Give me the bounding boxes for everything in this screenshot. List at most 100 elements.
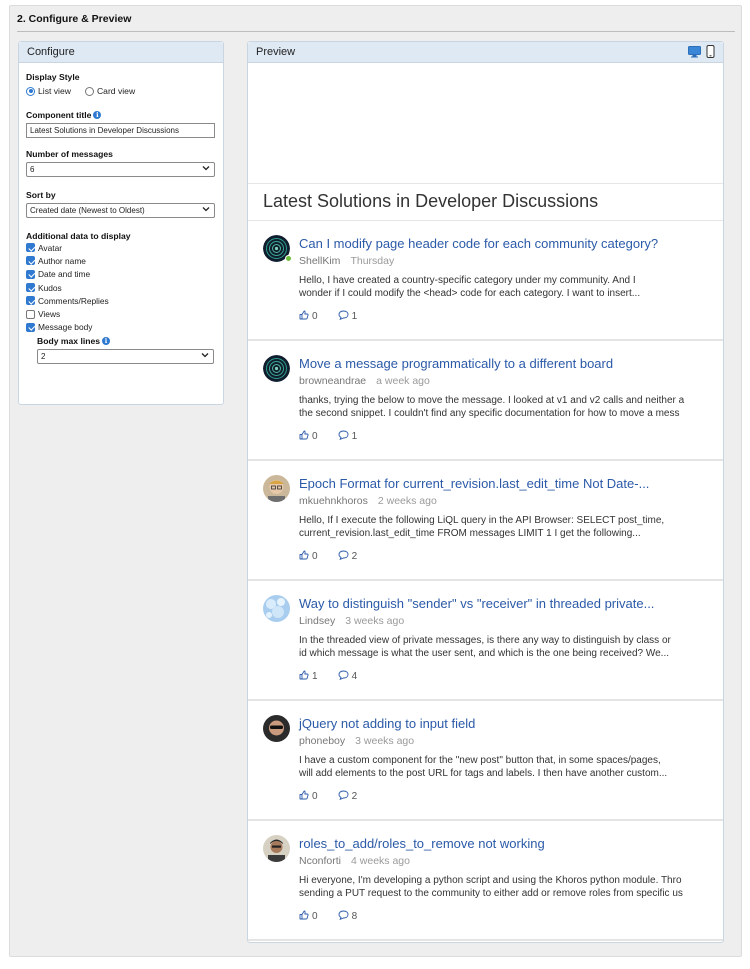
- kudos-count: 0: [312, 911, 318, 922]
- configure-header: Configure: [19, 42, 223, 63]
- thumbs-up-icon: [299, 670, 312, 683]
- checkbox-label[interactable]: Author name: [38, 256, 86, 266]
- checkbox-row[interactable]: Author name: [26, 254, 216, 267]
- message-subject-link[interactable]: Epoch Format for current_revision.last_e…: [299, 476, 649, 491]
- kudos-stat[interactable]: 0: [299, 790, 318, 803]
- list-view-radio[interactable]: [26, 86, 35, 96]
- mobile-icon[interactable]: [706, 45, 715, 61]
- message-item: Epoch Format for current_revision.last_e…: [248, 461, 723, 581]
- number-of-messages-select[interactable]: 6: [26, 162, 215, 177]
- card-view-radio[interactable]: [84, 86, 94, 96]
- message-body-line: will add elements to the post URL for ta…: [299, 768, 668, 779]
- checkbox-row[interactable]: Avatar: [26, 241, 216, 254]
- checkbox[interactable]: [26, 322, 35, 332]
- card-view-label[interactable]: Card view: [97, 86, 135, 96]
- checkbox-row[interactable]: Comments/Replies: [26, 294, 216, 307]
- checkbox-row[interactable]: Date and time: [26, 268, 216, 281]
- replies-stat[interactable]: 2: [338, 790, 357, 803]
- avatar[interactable]: [263, 835, 290, 862]
- checkbox-label[interactable]: Date and time: [38, 269, 90, 279]
- body-max-lines-select[interactable]: 2: [37, 349, 214, 365]
- checkbox[interactable]: [26, 309, 35, 319]
- checkbox-label[interactable]: Message body: [38, 322, 92, 332]
- author-link[interactable]: browneandrae: [299, 375, 366, 387]
- sort-by-value: Created date (Newest to Oldest): [30, 206, 145, 215]
- kudos-stat[interactable]: 0: [299, 550, 318, 563]
- kudos-stat[interactable]: 0: [299, 910, 318, 923]
- checkbox[interactable]: [26, 283, 35, 293]
- author-link[interactable]: mkuehnkhoros: [299, 495, 368, 507]
- post-time: 2 weeks ago: [377, 495, 437, 507]
- list-view-label[interactable]: List view: [38, 86, 71, 96]
- checkbox-label[interactable]: Comments/Replies: [38, 296, 109, 306]
- message-body-line: Hello, I have created a country-specific…: [299, 275, 636, 286]
- chevron-down-icon: [202, 164, 210, 174]
- section-divider: [17, 31, 735, 32]
- replies-stat[interactable]: 1: [338, 430, 357, 443]
- message-subject-link[interactable]: Way to distinguish "sender" vs "receiver…: [299, 596, 654, 611]
- avatar[interactable]: [263, 715, 290, 742]
- preview-header-label: Preview: [256, 46, 296, 58]
- number-of-messages-label: Number of messages: [26, 149, 113, 159]
- checkbox[interactable]: [26, 269, 35, 279]
- author-link[interactable]: Lindsey: [299, 615, 335, 627]
- component-title-input[interactable]: Latest Solutions in Developer Discussion…: [26, 123, 215, 138]
- replies-stat[interactable]: 4: [338, 670, 358, 683]
- chevron-down-icon: [201, 351, 209, 361]
- message-body-line: current_revision.last_edit_time FROM mes…: [299, 528, 641, 539]
- message-body: I have a custom component for the "new p…: [299, 754, 723, 780]
- speech-bubble-icon: [338, 790, 352, 803]
- checkbox[interactable]: [26, 296, 35, 306]
- message-stats: 02: [299, 550, 377, 563]
- message-subject-link[interactable]: jQuery not adding to input field: [299, 716, 475, 731]
- desktop-icon[interactable]: [688, 45, 701, 61]
- message-stats: 01: [299, 310, 377, 323]
- message-meta: ShellKim Thursday: [299, 255, 394, 267]
- checkbox-label[interactable]: Kudos: [38, 283, 62, 293]
- info-icon[interactable]: i: [102, 337, 111, 346]
- checkbox-row[interactable]: Message body: [26, 321, 216, 334]
- checkbox-label[interactable]: Views: [38, 309, 60, 319]
- avatar[interactable]: [263, 475, 290, 502]
- message-meta: phoneboy 3 weeks ago: [299, 735, 414, 747]
- thumbs-up-icon: [299, 430, 312, 443]
- checkbox[interactable]: [26, 243, 35, 253]
- sort-by-select[interactable]: Created date (Newest to Oldest): [26, 203, 215, 218]
- message-body-line: the second snippet. I couldn't find any …: [299, 408, 680, 419]
- thumbs-up-icon: [299, 790, 312, 803]
- kudos-count: 0: [312, 791, 318, 802]
- preview-panel: Preview Latest Solutions in Developer Di…: [247, 41, 724, 943]
- message-meta: browneandrae a week ago: [299, 375, 430, 387]
- body-max-lines-label: Body max lines i: [26, 336, 216, 346]
- message-item: Move a message programmatically to a dif…: [248, 341, 723, 461]
- author-link[interactable]: Nconforti: [299, 855, 341, 867]
- component-title-label-text: Component title: [26, 110, 92, 120]
- message-subject-link[interactable]: Can I modify page header code for each c…: [299, 236, 658, 251]
- replies-stat[interactable]: 2: [338, 550, 358, 563]
- message-subject-link[interactable]: Move a message programmatically to a dif…: [299, 356, 613, 371]
- message-stats: 14: [299, 670, 377, 683]
- speech-bubble-icon: [338, 670, 352, 683]
- avatar[interactable]: [263, 595, 290, 622]
- checkbox-row[interactable]: Kudos: [26, 281, 216, 294]
- replies-stat[interactable]: 8: [338, 910, 357, 923]
- kudos-stat[interactable]: 0: [299, 310, 318, 323]
- checkbox-row[interactable]: Views: [26, 307, 216, 320]
- preview-blank-area: [248, 63, 723, 184]
- author-link[interactable]: phoneboy: [299, 735, 345, 747]
- message-body-line: Hi everyone, I'm developing a python scr…: [299, 875, 682, 886]
- message-stats: 08: [299, 910, 377, 923]
- info-icon[interactable]: i: [93, 111, 102, 119]
- replies-count: 2: [351, 551, 358, 562]
- thumbs-up-icon: [299, 310, 312, 323]
- kudos-stat[interactable]: 1: [299, 670, 318, 683]
- avatar[interactable]: [263, 355, 290, 382]
- checkbox-label[interactable]: Avatar: [38, 243, 62, 253]
- message-stats: 01: [299, 430, 377, 443]
- message-subject-link[interactable]: roles_to_add/roles_to_remove not working: [299, 836, 545, 851]
- checkbox[interactable]: [26, 256, 35, 266]
- replies-count: 4: [351, 671, 358, 682]
- author-link[interactable]: ShellKim: [299, 255, 340, 267]
- kudos-stat[interactable]: 0: [299, 430, 318, 443]
- replies-stat[interactable]: 1: [338, 310, 357, 323]
